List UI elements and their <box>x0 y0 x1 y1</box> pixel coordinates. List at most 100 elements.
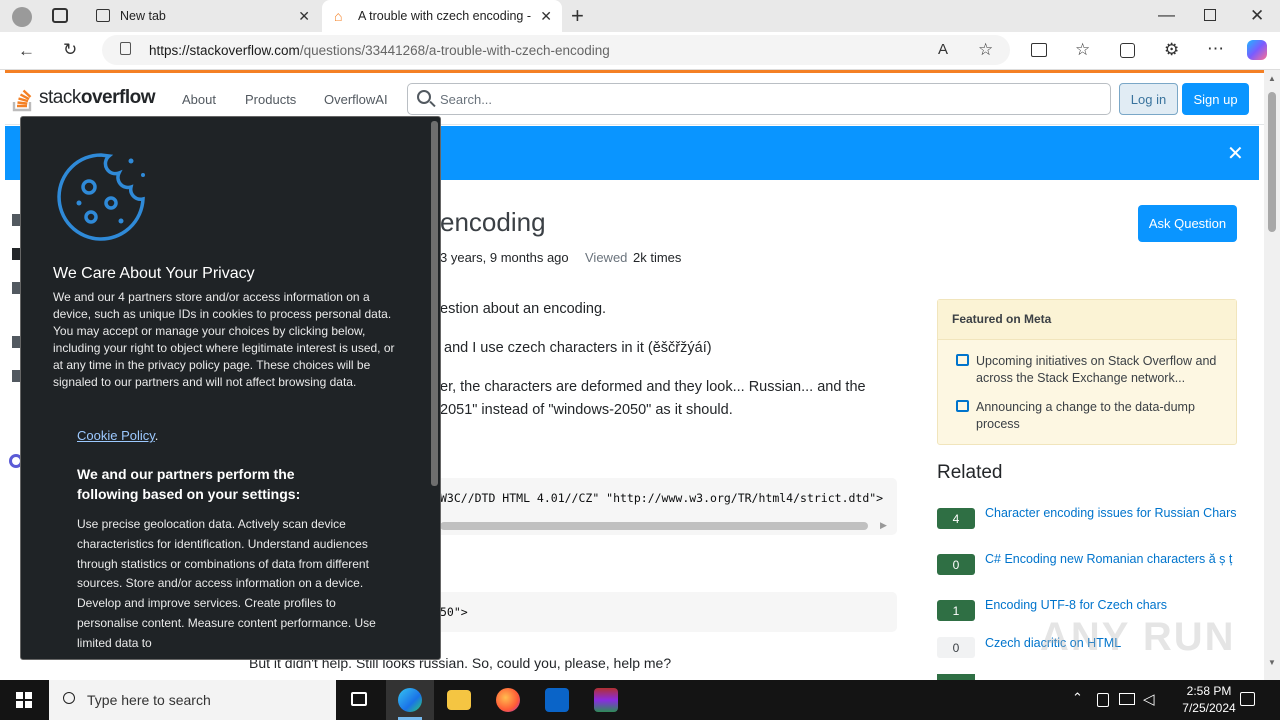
browser-address-bar: ← ↻ https://stackoverflow.com/questions/… <box>0 32 1280 70</box>
close-tab-icon[interactable]: ✕ <box>540 8 552 25</box>
code-line: 50"> <box>440 605 468 619</box>
volume-icon[interactable]: ◁ <box>1143 690 1155 708</box>
page-scroll-thumb[interactable] <box>1268 92 1276 232</box>
task-view-icon[interactable] <box>351 692 367 706</box>
tab-new-tab[interactable]: New tab ✕ <box>84 0 320 32</box>
firefox-app-icon[interactable] <box>496 688 520 712</box>
collections-icon[interactable] <box>1120 43 1135 58</box>
question-modified: 3 years, 9 months ago <box>440 250 569 265</box>
more-menu-icon[interactable]: ⋯ <box>1207 40 1224 57</box>
signup-button[interactable]: Sign up <box>1182 83 1249 115</box>
extensions-icon[interactable]: ⚙ <box>1164 41 1179 58</box>
cookie-icon <box>51 147 151 247</box>
related-link[interactable]: Character encoding issues for Russian Ch… <box>985 505 1237 522</box>
close-window-icon[interactable]: ✕ <box>1250 7 1264 24</box>
related-score: 0 <box>937 637 975 658</box>
viewed-label: Viewed <box>585 250 628 265</box>
favorites-icon[interactable]: ☆ <box>1075 41 1090 58</box>
code-block <box>430 592 897 632</box>
stackoverflow-favicon-icon: ⌂ <box>334 8 343 24</box>
meta-item-link[interactable]: Upcoming initiatives on Stack Overflow a… <box>976 353 1226 387</box>
logo-text: stackoverflow <box>39 87 155 108</box>
stackoverflow-logo[interactable]: stackoverflow <box>12 82 162 112</box>
ask-question-button[interactable]: Ask Question <box>1138 205 1237 242</box>
taskbar-search-placeholder: Type here to search <box>87 692 211 708</box>
close-tab-icon[interactable]: ✕ <box>298 8 310 25</box>
profile-icon[interactable] <box>12 7 32 27</box>
minimize-icon[interactable]: — <box>1158 6 1175 23</box>
code-scroll-right-icon[interactable]: ▶ <box>880 520 887 531</box>
refresh-icon[interactable]: ↻ <box>63 41 77 58</box>
nav-about[interactable]: About <box>182 92 216 107</box>
related-heading: Related <box>937 462 1003 483</box>
question-body-line: 2051" instead of "windows-2050" as it sh… <box>440 402 733 418</box>
question-title[interactable]: encoding <box>440 207 546 238</box>
favorite-star-icon[interactable]: ☆ <box>978 41 993 58</box>
tab-actions-icon[interactable] <box>52 8 68 23</box>
file-explorer-icon[interactable] <box>447 690 471 710</box>
winrar-app-icon[interactable] <box>594 688 618 712</box>
related-score: 0 <box>937 554 975 575</box>
code-line: W3C//DTD HTML 4.01//CZ" "http://www.w3.o… <box>440 491 884 505</box>
anyrun-watermark: ANY RUN <box>1040 615 1236 659</box>
clock-date[interactable]: 7/25/2024 <box>1172 701 1246 715</box>
banner-close-icon[interactable]: ✕ <box>1227 141 1244 166</box>
network-icon[interactable] <box>1119 693 1135 705</box>
cookie-policy-link[interactable]: Cookie Policy <box>77 428 155 443</box>
nav-overflowai[interactable]: OverflowAI <box>324 92 388 107</box>
lock-icon <box>120 42 131 55</box>
back-arrow-icon[interactable]: ← <box>18 42 35 59</box>
url-field[interactable]: https://stackoverflow.com/questions/3344… <box>102 35 1010 65</box>
search-placeholder: Search... <box>440 92 493 107</box>
cookie-subheading: We and our partners perform the followin… <box>77 466 301 502</box>
meta-item-link[interactable]: Announcing a change to the data-dump pro… <box>976 399 1226 433</box>
code-scrollbar[interactable] <box>440 522 868 530</box>
related-link[interactable]: Encoding UTF-8 for Czech chars <box>985 597 1237 614</box>
new-tab-plus-icon[interactable]: + <box>571 5 584 27</box>
meta-heading: Featured on Meta <box>938 300 1236 340</box>
split-screen-icon[interactable] <box>1031 43 1047 57</box>
outlook-app-icon[interactable] <box>545 688 569 712</box>
related-score: 1 <box>937 600 975 621</box>
scroll-up-icon[interactable]: ▲ <box>1268 74 1276 83</box>
tab-label: A trouble with czech encoding - <box>358 9 532 23</box>
cookie-policy-suffix: . <box>154 428 159 443</box>
cookie-consent-dialog: We Care About Your Privacy We and our 4 … <box>20 116 441 660</box>
meta-post-icon <box>956 400 969 412</box>
question-body-line: er, the characters are deformed and they… <box>440 379 866 395</box>
search-icon <box>63 692 75 704</box>
cookie-paragraph: We and our 4 partners store and/or acces… <box>53 290 395 389</box>
tab-stackoverflow[interactable]: ⌂ A trouble with czech encoding - ✕ <box>322 0 562 32</box>
nav-products[interactable]: Products <box>245 92 296 107</box>
login-button[interactable]: Log in <box>1119 83 1178 115</box>
edge-app-icon[interactable] <box>398 688 422 712</box>
question-body-line: estion about an encoding. <box>440 301 607 317</box>
question-body-line: and I use czech characters in it (ěščřžý… <box>444 340 712 356</box>
cookie-purposes: Use precise geolocation data. Actively s… <box>77 517 376 650</box>
tray-device-icon[interactable] <box>1097 693 1109 707</box>
taskbar-search-box[interactable]: Type here to search <box>49 680 336 720</box>
copilot-icon[interactable] <box>1247 40 1267 60</box>
viewed-value: 2k times <box>633 250 682 265</box>
windows-start-icon[interactable] <box>16 692 32 708</box>
url-text: https://stackoverflow.com/questions/3344… <box>149 43 610 58</box>
web-page: stackoverflow About Products OverflowAI … <box>0 70 1264 680</box>
search-icon-handle <box>429 100 436 108</box>
new-tab-icon <box>96 9 110 22</box>
logo-stack-icon <box>12 86 34 112</box>
cookie-dialog-scrollbar[interactable] <box>431 121 438 486</box>
windows-taskbar: Type here to search ⌃ ◁ 2:58 PM 7/25/202… <box>0 680 1280 720</box>
notification-icon[interactable] <box>1240 692 1255 706</box>
clock-time[interactable]: 2:58 PM <box>1172 684 1246 698</box>
related-score: 4 <box>937 508 975 529</box>
tray-chevron-icon[interactable]: ⌃ <box>1072 690 1083 706</box>
cookie-heading: We Care About Your Privacy <box>53 265 255 282</box>
page-scrollbar[interactable]: ▲ ▼ <box>1264 70 1280 680</box>
related-link[interactable]: C# Encoding new Romanian characters ă ș … <box>985 551 1237 568</box>
read-aloud-icon[interactable]: A <box>938 42 948 57</box>
browser-tab-bar: New tab ✕ ⌂ A trouble with czech encodin… <box>0 0 1280 32</box>
restore-icon[interactable] <box>1204 9 1216 21</box>
scroll-down-icon[interactable]: ▼ <box>1268 658 1276 667</box>
cookie-policy-row: Cookie Policy. <box>77 427 158 444</box>
search-input[interactable]: Search... <box>407 83 1111 115</box>
